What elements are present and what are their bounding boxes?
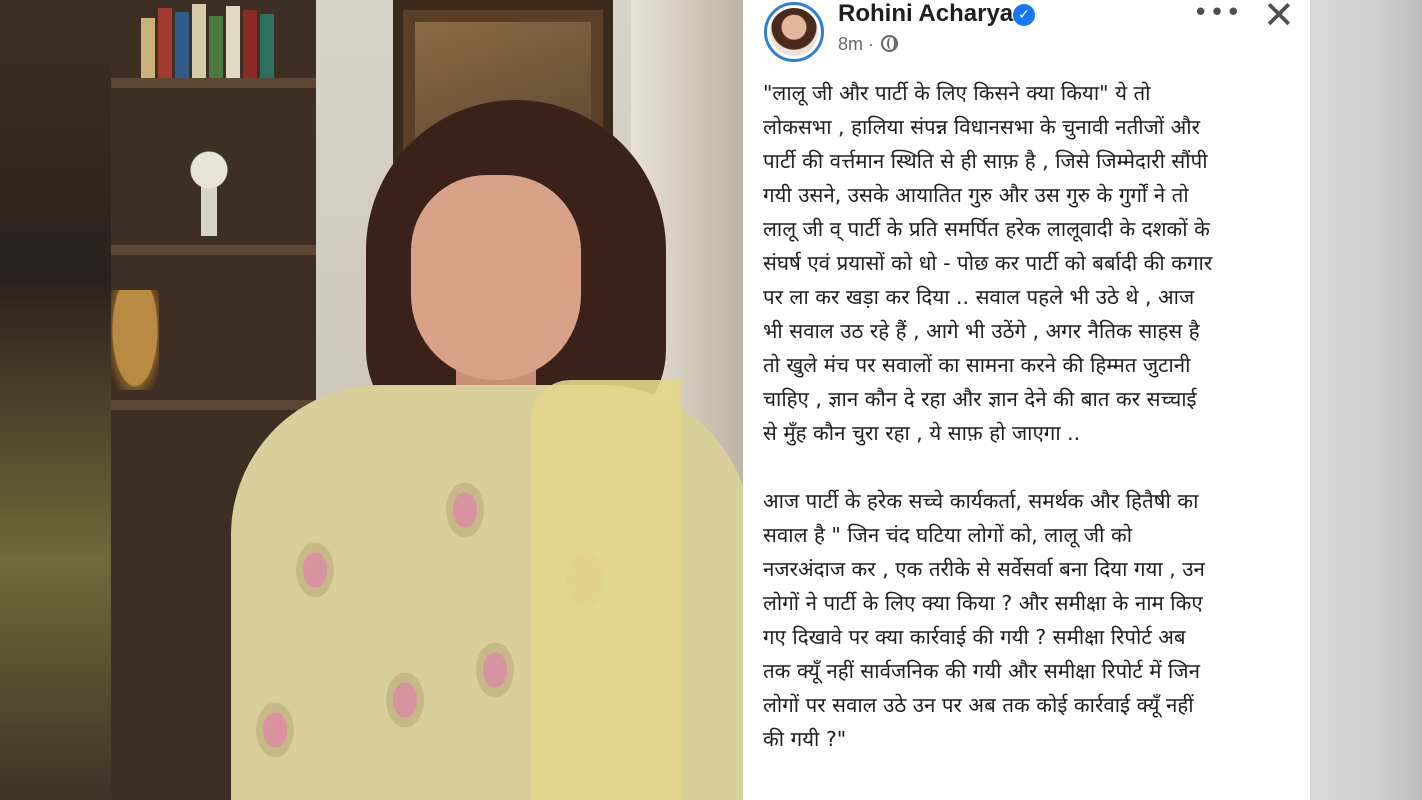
post-meta: 8m · <box>838 34 899 55</box>
more-options-icon[interactable]: ••• <box>1193 0 1242 26</box>
meta-separator: · <box>868 34 875 54</box>
close-icon[interactable]: ✕ <box>1263 0 1295 34</box>
blurred-background-right <box>1310 0 1422 800</box>
post-paragraph: "लालू जी और पार्टी के लिए किसने क्या किय… <box>763 81 1213 445</box>
verified-badge-icon: ✓ <box>1013 4 1035 26</box>
avatar[interactable] <box>764 2 824 62</box>
statue <box>179 140 239 240</box>
post-body: "लालू जी और पार्टी के लिए किसने क्या किय… <box>763 76 1298 790</box>
person-face <box>411 175 581 380</box>
facebook-post: Rohini Acharya ✓ 8m · ••• ✕ "लालू जी और … <box>743 0 1310 800</box>
globe-icon <box>881 35 899 52</box>
books <box>141 0 291 78</box>
post-header: Rohini Acharya ✓ 8m · ••• ✕ <box>743 0 1310 64</box>
person-dupatta <box>531 380 681 800</box>
post-paragraph: आज पार्टी के हरेक सच्चे कार्यकर्ता, समर्… <box>763 489 1205 751</box>
post-photo <box>111 0 743 800</box>
blurred-background-left <box>0 0 111 800</box>
post-time[interactable]: 8m <box>838 34 863 54</box>
vase <box>111 290 159 390</box>
author-name[interactable]: Rohini Acharya <box>838 0 1013 28</box>
